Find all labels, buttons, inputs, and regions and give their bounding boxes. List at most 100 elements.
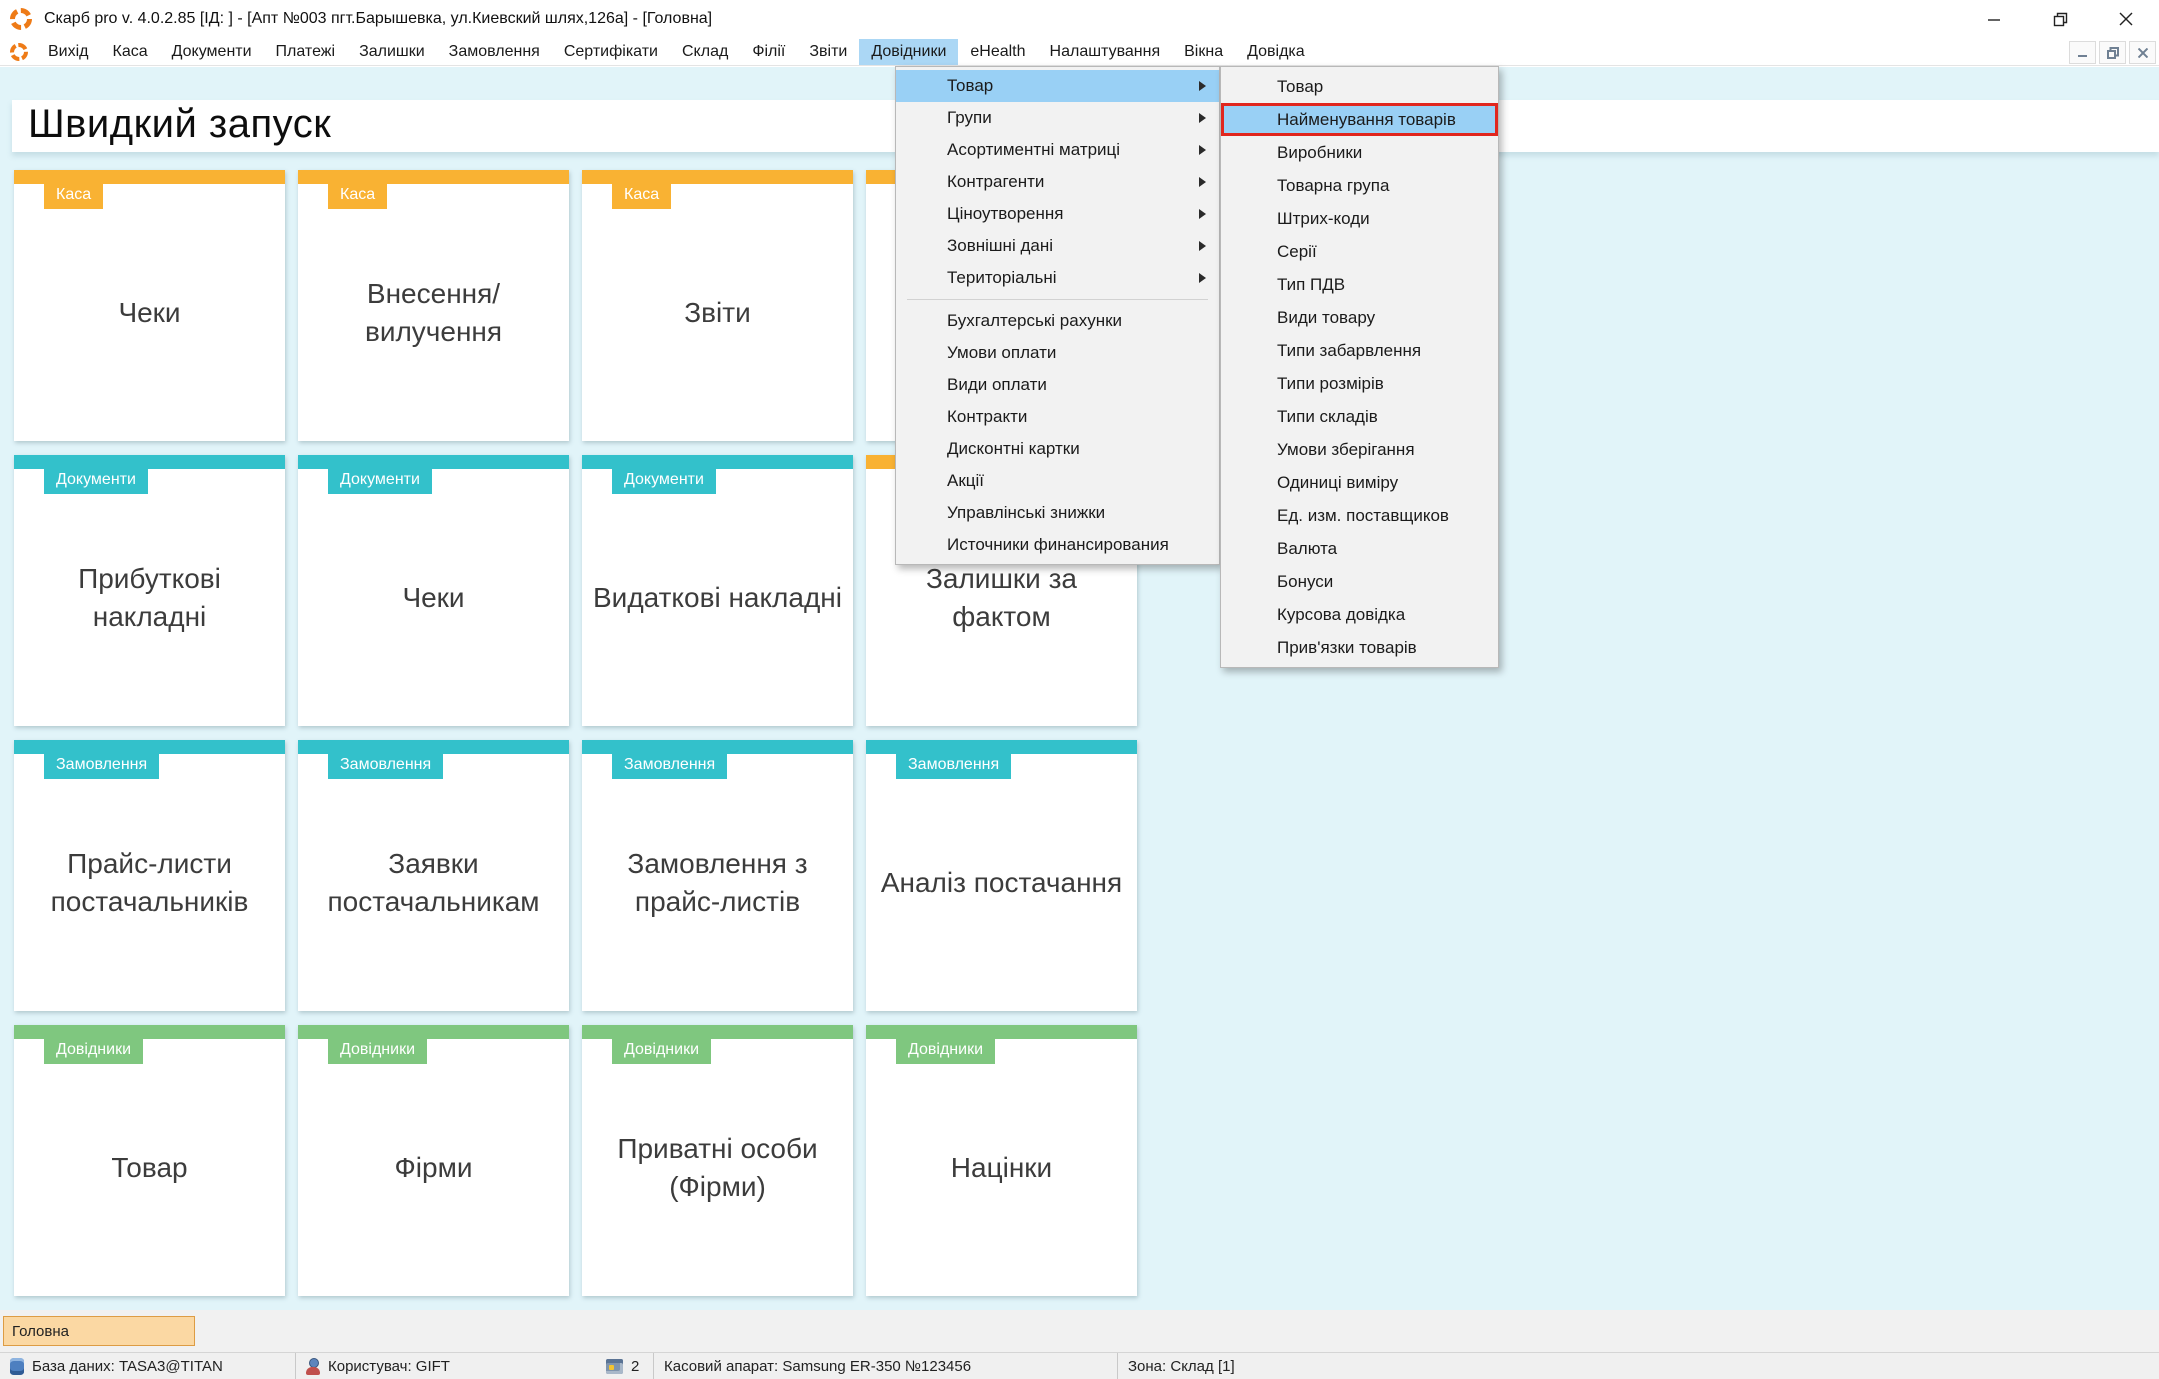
dropdown-menu-item[interactable]: Асортиментні матриці bbox=[896, 134, 1219, 166]
status-cell: Користувач: GIFT bbox=[296, 1353, 596, 1379]
tile-label: Чеки bbox=[298, 469, 569, 726]
mdi-minimize-button[interactable] bbox=[2069, 41, 2096, 64]
menubar-item[interactable]: Філії bbox=[740, 39, 797, 65]
quick-launch-tile[interactable]: Замовлення Заявки постачальникам bbox=[298, 740, 569, 1011]
quick-launch-tile[interactable]: Довідники Приватні особи (Фірми) bbox=[582, 1025, 853, 1296]
dropdown-menu-item[interactable]: Контракти bbox=[896, 401, 1219, 433]
submenu-item[interactable]: Виробники bbox=[1221, 136, 1498, 169]
quick-launch-tile[interactable]: Замовлення Аналіз постачання bbox=[866, 740, 1137, 1011]
submenu-item[interactable]: Умови зберігання bbox=[1221, 433, 1498, 466]
quick-launch-tile[interactable]: Замовлення Прайс-листи постачальників bbox=[14, 740, 285, 1011]
menubar-item[interactable]: Вихід bbox=[36, 39, 101, 65]
submenu-item[interactable]: Курсова довідка bbox=[1221, 598, 1498, 631]
dropdown-menu-item[interactable]: Зовнішні дані bbox=[896, 230, 1219, 262]
dovidnyky-dropdown-menu: ТоварГрупиАсортиментні матриціКонтрагент… bbox=[895, 66, 1220, 565]
tab-holovna[interactable]: Головна bbox=[3, 1316, 195, 1346]
dropdown-menu-item[interactable]: Источники финансирования bbox=[896, 529, 1219, 561]
tile-category-bar bbox=[14, 170, 285, 184]
page-title: Швидкий запуск bbox=[28, 102, 331, 147]
tile-category-bar bbox=[298, 1025, 569, 1039]
database-icon bbox=[10, 1358, 24, 1375]
quick-launch-tile[interactable]: Документи Чеки bbox=[298, 455, 569, 726]
menubar-item[interactable]: Платежі bbox=[264, 39, 348, 65]
tile-label: Приватні особи (Фірми) bbox=[582, 1039, 853, 1296]
menubar-item[interactable]: Документи bbox=[160, 39, 264, 65]
restore-button[interactable] bbox=[2027, 0, 2093, 38]
dropdown-menu-item[interactable]: Дисконтні картки bbox=[896, 433, 1219, 465]
menubar-item[interactable]: Налаштування bbox=[1038, 39, 1173, 65]
tile-category-bar bbox=[14, 740, 285, 754]
submenu-item[interactable]: Тип ПДВ bbox=[1221, 268, 1498, 301]
dropdown-menu-item[interactable]: Бухгалтерські рахунки bbox=[896, 305, 1219, 337]
submenu-item[interactable]: Ед. изм. поставщиков bbox=[1221, 499, 1498, 532]
submenu-item[interactable]: Типи забарвлення bbox=[1221, 334, 1498, 367]
app-logo-icon bbox=[10, 8, 32, 30]
tab-strip: Головна bbox=[0, 1310, 2159, 1352]
menu-separator bbox=[907, 299, 1208, 300]
submenu-item[interactable]: Товарна група bbox=[1221, 169, 1498, 202]
quick-launch-tile[interactable]: Документи Прибуткові накладні bbox=[14, 455, 285, 726]
quick-launch-tile[interactable]: Довідники Націнки bbox=[866, 1025, 1137, 1296]
submenu-item[interactable]: Валюта bbox=[1221, 532, 1498, 565]
dropdown-menu-item[interactable]: Акції bbox=[896, 465, 1219, 497]
tile-label: Внесення/вилучення bbox=[298, 184, 569, 441]
quick-launch-tile[interactable]: Документи Видаткові накладні bbox=[582, 455, 853, 726]
minimize-button[interactable] bbox=[1961, 0, 2027, 38]
tile-label: Прибуткові накладні bbox=[14, 469, 285, 726]
close-button[interactable] bbox=[2093, 0, 2159, 38]
menubar-item[interactable]: eHealth bbox=[958, 39, 1037, 65]
menubar-item[interactable]: Сертифікати bbox=[552, 39, 670, 65]
quick-launch-tile[interactable]: Каса Звіти bbox=[582, 170, 853, 441]
status-text: Зона: Склад [1] bbox=[1128, 1358, 1235, 1375]
mdi-restore-button[interactable] bbox=[2099, 41, 2126, 64]
submenu-item[interactable]: Товар bbox=[1221, 70, 1498, 103]
submenu-item[interactable]: Види товару bbox=[1221, 301, 1498, 334]
menubar-item[interactable]: Склад bbox=[670, 39, 740, 65]
status-cell: База даних: TASA3@TITAN bbox=[0, 1353, 296, 1379]
menubar-item[interactable]: Довідка bbox=[1235, 39, 1317, 65]
dropdown-menu-item[interactable]: Управлінські знижки bbox=[896, 497, 1219, 529]
quick-launch-tile[interactable]: Довідники Фірми bbox=[298, 1025, 569, 1296]
quick-launch-tile[interactable]: Каса Чеки bbox=[14, 170, 285, 441]
menubar-item[interactable]: Замовлення bbox=[437, 39, 552, 65]
submenu-item[interactable]: Типи розмірів bbox=[1221, 367, 1498, 400]
submenu-item[interactable]: Бонуси bbox=[1221, 565, 1498, 598]
dropdown-menu-item[interactable]: Товар bbox=[896, 70, 1219, 102]
menubar-item[interactable]: Звіти bbox=[797, 39, 859, 65]
quick-launch-tile[interactable]: Замовлення Замовлення з прайс-листів bbox=[582, 740, 853, 1011]
mdi-close-button[interactable] bbox=[2129, 41, 2156, 64]
menubar-item[interactable]: Довідники bbox=[859, 39, 958, 65]
tile-category-bar bbox=[866, 1025, 1137, 1039]
dropdown-menu-item[interactable]: Види оплати bbox=[896, 369, 1219, 401]
submenu-item[interactable]: Прив'язки товарів bbox=[1221, 631, 1498, 664]
tile-label: Товар bbox=[14, 1039, 285, 1296]
menu-bar: ВихідКасаДокументиПлатежіЗалишкиЗамовлен… bbox=[0, 38, 2159, 66]
submenu-item[interactable]: Найменування товарів bbox=[1221, 103, 1498, 136]
mdi-close-icon bbox=[2138, 48, 2148, 58]
tile-label: Фірми bbox=[298, 1039, 569, 1296]
tile-label: Чеки bbox=[14, 184, 285, 441]
submenu-item[interactable]: Типи складів bbox=[1221, 400, 1498, 433]
quick-launch-tile[interactable]: Каса Внесення/вилучення bbox=[298, 170, 569, 441]
status-bar: База даних: TASA3@TITAN Користувач: GIFT… bbox=[0, 1352, 2159, 1379]
submenu-item[interactable]: Одиниці виміру bbox=[1221, 466, 1498, 499]
dropdown-menu-item[interactable]: Контрагенти bbox=[896, 166, 1219, 198]
submenu-item[interactable]: Штрих-коди bbox=[1221, 202, 1498, 235]
dropdown-menu-item[interactable]: Групи bbox=[896, 102, 1219, 134]
mdi-restore-icon bbox=[2107, 47, 2119, 59]
user-icon bbox=[306, 1358, 320, 1375]
app-logo-small-icon bbox=[10, 43, 28, 61]
menubar-item[interactable]: Вікна bbox=[1172, 39, 1235, 65]
dropdown-menu-item[interactable]: Територіальні bbox=[896, 262, 1219, 294]
menubar-item[interactable]: Каса bbox=[101, 39, 160, 65]
tile-category-bar bbox=[14, 1025, 285, 1039]
status-cell: 2 bbox=[596, 1353, 654, 1379]
dropdown-menu-item[interactable]: Умови оплати bbox=[896, 337, 1219, 369]
title-bar: Скарб pro v. 4.0.2.85 [ІД: ] - [Апт №003… bbox=[0, 0, 2159, 38]
tile-label: Заявки постачальникам bbox=[298, 754, 569, 1011]
dropdown-menu-item[interactable]: Ціноутворення bbox=[896, 198, 1219, 230]
submenu-item[interactable]: Серії bbox=[1221, 235, 1498, 268]
tile-label: Аналіз постачання bbox=[866, 754, 1137, 1011]
quick-launch-tile[interactable]: Довідники Товар bbox=[14, 1025, 285, 1296]
menubar-item[interactable]: Залишки bbox=[347, 39, 437, 65]
